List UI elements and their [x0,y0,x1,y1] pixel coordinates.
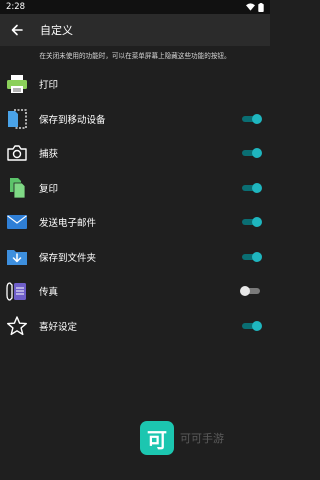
arrow-back-icon [11,24,23,36]
watermark-logo: 可 [140,421,174,455]
list-item-fax[interactable]: 传真 [0,274,270,309]
copy-icon [5,176,29,200]
list-item-copy[interactable]: 复印 [0,171,270,206]
camera-icon [5,141,29,165]
list-item-label: 保存到文件夹 [39,252,97,264]
watermark: 可 可可手游 [140,421,224,455]
feature-list: 打印 保存到移动设备 捕获 复印 发送电子邮件 保存到文件夹 传真 喜好设定 [0,67,270,343]
status-icons [246,2,264,12]
list-item-print[interactable]: 打印 [0,67,270,102]
star-icon [5,314,29,338]
list-item-label: 发送电子邮件 [39,218,97,230]
list-item-label: 喜好设定 [39,321,78,333]
back-button[interactable] [0,14,34,46]
list-item-label: 打印 [39,80,59,92]
wifi-icon [246,3,255,11]
app-toolbar: 自定义 [0,14,270,46]
list-item-save-to-device[interactable]: 保存到移动设备 [0,102,270,137]
save-to-device-icon [5,107,29,131]
status-time: 2:28 [6,2,26,12]
battery-icon [258,2,264,12]
toggle-copy[interactable] [240,181,262,195]
list-item-preferences[interactable]: 喜好设定 [0,309,270,344]
fax-icon [5,279,29,303]
page-title: 自定义 [40,24,73,37]
toggle-send-email[interactable] [240,215,262,229]
toggle-save-to-device[interactable] [240,112,262,126]
list-item-label: 捕获 [39,149,59,161]
printer-icon [5,72,29,96]
list-item-label: 保存到移动设备 [39,114,106,126]
status-bar: 2:28 [0,0,270,14]
list-item-save-to-folder[interactable]: 保存到文件夹 [0,240,270,275]
toggle-capture[interactable] [240,146,262,160]
list-item-send-email[interactable]: 发送电子邮件 [0,205,270,240]
description-text: 在关闭未使用的功能时，可以在菜单屏幕上隐藏这些功能的按钮。 [39,52,231,60]
toggle-save-to-folder[interactable] [240,250,262,264]
email-icon [5,210,29,234]
watermark-text: 可可手游 [180,432,224,445]
list-item-capture[interactable]: 捕获 [0,136,270,171]
toggle-preferences[interactable] [240,319,262,333]
folder-download-icon [5,245,29,269]
list-item-label: 传真 [39,287,59,299]
toggle-fax[interactable] [240,284,262,298]
list-item-label: 复印 [39,183,59,195]
